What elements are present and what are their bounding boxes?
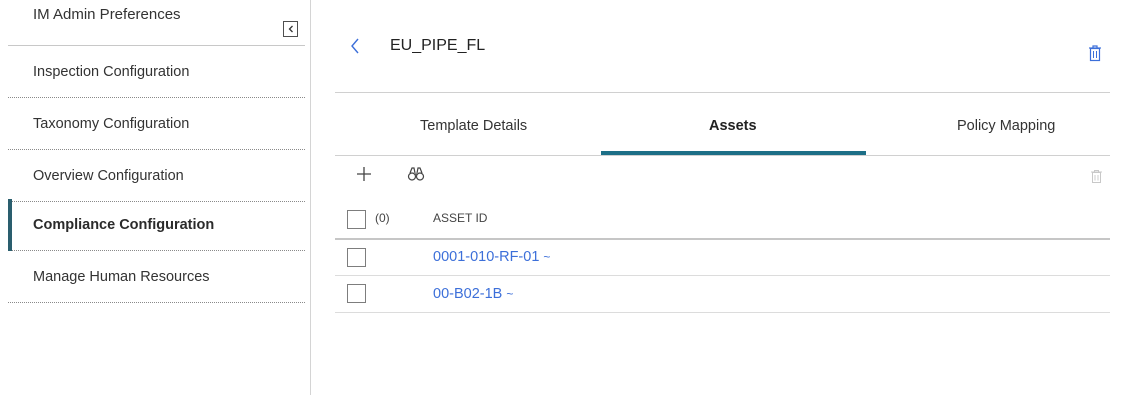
delete-template-button[interactable] bbox=[1087, 44, 1103, 67]
chevron-left-icon bbox=[349, 38, 361, 59]
asset-link[interactable]: 0001-010-RF-01 ~ bbox=[433, 249, 550, 265]
sidebar-item-compliance-configuration[interactable]: Compliance Configuration bbox=[8, 199, 305, 251]
sidebar-title: IM Admin Preferences bbox=[33, 6, 181, 23]
table-header-divider bbox=[335, 238, 1110, 240]
asset-menu-toggle[interactable]: ~ bbox=[543, 250, 550, 264]
sidebar-item-taxonomy-configuration[interactable]: Taxonomy Configuration bbox=[8, 98, 305, 150]
asset-link[interactable]: 00-B02-1B ~ bbox=[433, 286, 513, 302]
tabs-divider bbox=[335, 155, 1110, 156]
row-divider bbox=[335, 275, 1110, 276]
sidebar-item-label: Taxonomy Configuration bbox=[33, 116, 190, 132]
sidebar-header: IM Admin Preferences bbox=[0, 0, 311, 48]
sidebar-item-label: Overview Configuration bbox=[33, 168, 184, 184]
back-button[interactable] bbox=[349, 37, 361, 55]
record-title: EU_PIPE_FL bbox=[390, 37, 486, 54]
trash-icon bbox=[1090, 170, 1103, 188]
search-assets-button[interactable] bbox=[407, 166, 425, 187]
collapse-sidebar-button[interactable] bbox=[283, 21, 298, 37]
asset-id-text: 0001-010-RF-01 bbox=[433, 249, 540, 265]
sidebar-item-overview-configuration[interactable]: Overview Configuration bbox=[8, 150, 305, 202]
active-indicator bbox=[8, 199, 12, 251]
chevron-left-icon bbox=[287, 25, 295, 33]
sidebar-item-label: Manage Human Resources bbox=[33, 269, 210, 285]
tab-template-details[interactable]: Template Details bbox=[420, 118, 527, 134]
tab-assets[interactable]: Assets bbox=[709, 118, 757, 134]
sidebar-item-manage-human-resources[interactable]: Manage Human Resources bbox=[8, 251, 305, 303]
binoculars-icon bbox=[407, 167, 425, 186]
sidebar-item-inspection-configuration[interactable]: Inspection Configuration bbox=[8, 46, 305, 98]
trash-icon bbox=[1087, 45, 1103, 66]
add-asset-button[interactable] bbox=[356, 166, 372, 187]
asset-id-text: 00-B02-1B bbox=[433, 286, 503, 302]
tab-policy-mapping[interactable]: Policy Mapping bbox=[957, 118, 1055, 134]
sidebar-item-label: Inspection Configuration bbox=[33, 64, 190, 80]
sidebar-item-label: Compliance Configuration bbox=[33, 217, 215, 233]
selected-count: (0) bbox=[375, 211, 390, 225]
plus-icon bbox=[356, 167, 372, 186]
header-divider bbox=[335, 92, 1110, 93]
delete-assets-button[interactable] bbox=[1090, 169, 1103, 189]
asset-menu-toggle[interactable]: ~ bbox=[506, 287, 513, 301]
row-checkbox[interactable] bbox=[347, 248, 366, 267]
row-checkbox[interactable] bbox=[347, 284, 366, 303]
sidebar: IM Admin Preferences Inspection Configur… bbox=[0, 0, 311, 395]
select-all-checkbox[interactable] bbox=[347, 210, 366, 229]
column-header-asset-id[interactable]: ASSET ID bbox=[433, 211, 487, 225]
row-divider bbox=[335, 312, 1110, 313]
